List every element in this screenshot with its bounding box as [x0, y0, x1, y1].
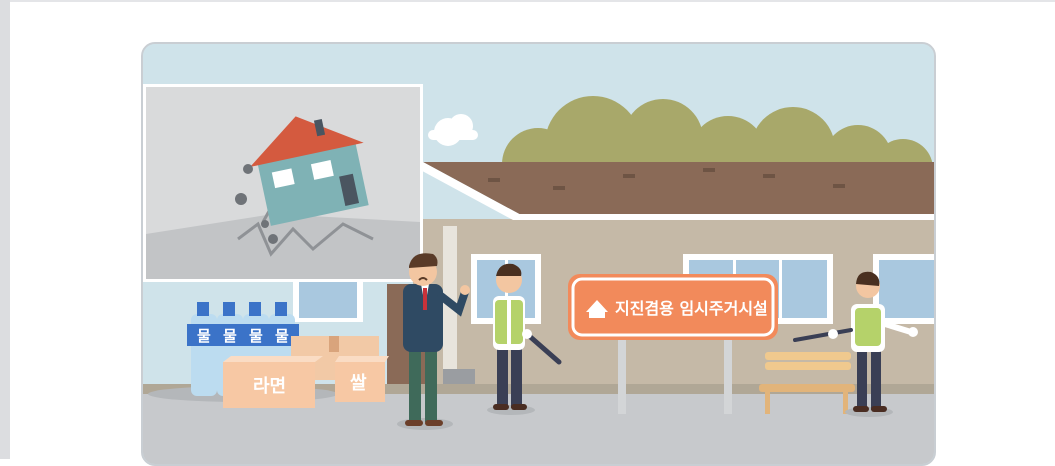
rice-box: 쌀 — [335, 356, 389, 402]
water-label: 물 — [197, 327, 211, 345]
water-label-3: 물 — [249, 327, 263, 345]
illustration-frame: 물 물 물 물 라면 쌀 지진겸용 임시주거시설 — [141, 42, 936, 466]
water-label-2: 물 — [223, 327, 237, 345]
left-frame-strip — [0, 0, 10, 459]
sign-label: 지진겸용 임시주거시설 — [615, 299, 768, 318]
water-label-4: 물 — [275, 327, 289, 345]
roof-trim — [513, 214, 934, 220]
ramen-box: 라면 — [223, 356, 323, 408]
rice-label: 쌀 — [350, 373, 367, 394]
earthquake-shelter-illustration: 물 물 물 물 라면 쌀 지진겸용 임시주거시설 — [143, 44, 934, 464]
earthquake-inset-panel — [143, 84, 423, 282]
top-frame-strip — [10, 0, 1055, 2]
ramen-label: 라면 — [253, 376, 286, 397]
